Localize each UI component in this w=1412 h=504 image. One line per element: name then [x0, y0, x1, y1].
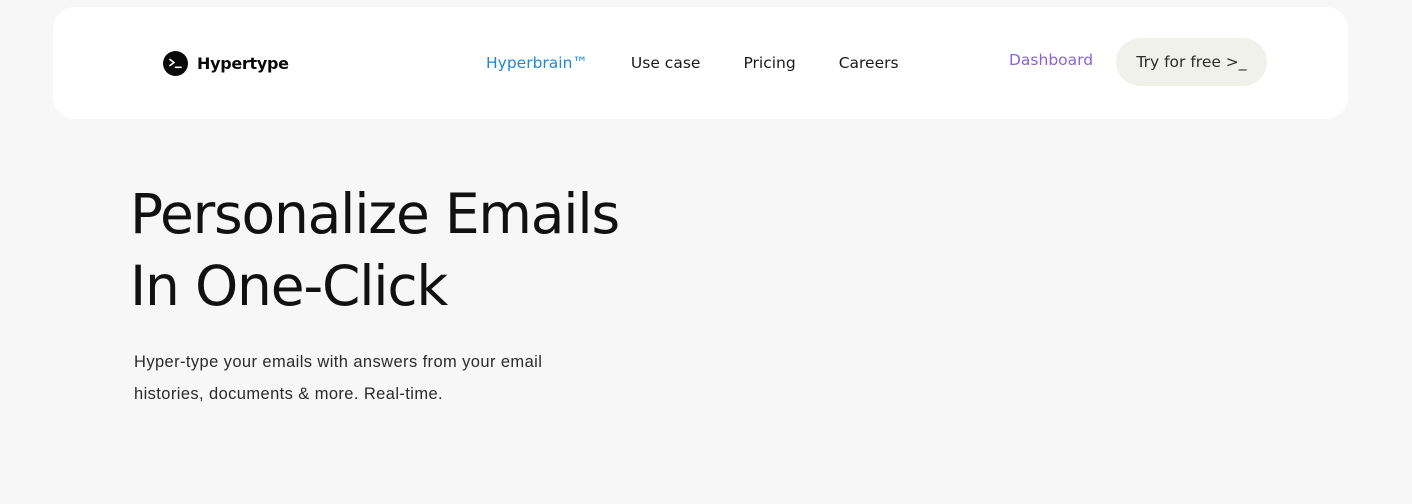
hero-section: Personalize Emails In One-Click Hyper-ty… [130, 178, 730, 410]
main-nav: Hyperbrain™ Use case Pricing Careers [486, 51, 899, 75]
dashboard-link[interactable]: Dashboard [1009, 51, 1093, 69]
terminal-prompt-icon [163, 50, 188, 76]
top-navbar: Hypertype Hyperbrain™ Use case Pricing C… [53, 7, 1348, 119]
nav-link-use-case[interactable]: Use case [631, 54, 701, 72]
hero-title: Personalize Emails In One-Click [130, 178, 730, 322]
try-for-free-button[interactable]: Try for free >_ [1116, 38, 1267, 86]
nav-link-pricing[interactable]: Pricing [743, 54, 795, 72]
nav-link-hyperbrain[interactable]: Hyperbrain™ [486, 54, 588, 72]
logo-link[interactable]: Hypertype [163, 50, 289, 76]
hero-subtitle: Hyper-type your emails with answers from… [134, 353, 543, 403]
logo-text: Hypertype [197, 53, 289, 73]
hero-title-line-2: In One-Click [130, 254, 448, 318]
hero-title-line-1: Personalize Emails [130, 182, 620, 246]
nav-link-careers[interactable]: Careers [839, 54, 899, 72]
terminal-prompt-glyph [169, 58, 182, 68]
